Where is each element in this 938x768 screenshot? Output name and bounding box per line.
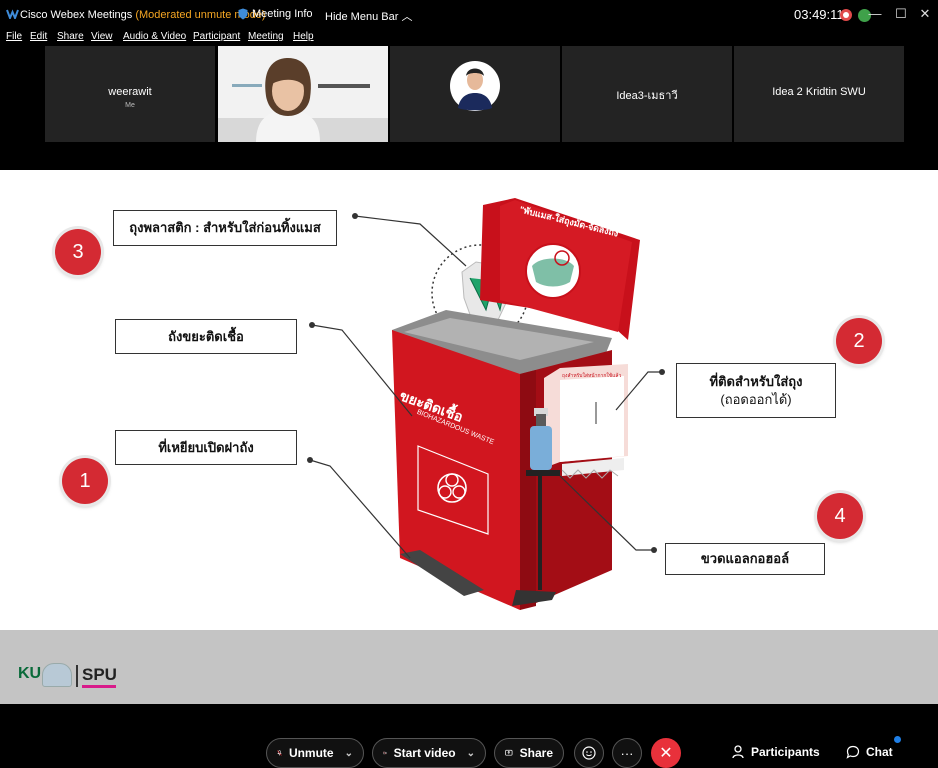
meeting-info-label: Meeting Info (252, 8, 313, 20)
chat-notification-dot (894, 736, 901, 743)
shared-slide: "พับแมส-ใส่ถุงมัด-จัดลงถัง" ขยะติดเชื้อ … (0, 170, 938, 630)
smiley-icon (582, 746, 596, 760)
spu-logo-accent (82, 685, 116, 688)
share-label: Share (519, 746, 553, 760)
university-seal-logo (42, 663, 72, 687)
shield-icon (238, 8, 248, 20)
slide-footer: KU SPU (0, 630, 938, 704)
number-badge-3: 3 (55, 229, 101, 275)
participant-name: Idea3-เมธาวี (616, 90, 678, 102)
reactions-button[interactable] (574, 738, 604, 768)
hide-menu-bar-button[interactable]: Hide Menu Bar ︿ (325, 8, 412, 24)
video-off-icon (383, 751, 387, 755)
menu-audio-video[interactable]: Audio & Video (123, 31, 186, 42)
participant-tile[interactable]: weerawit Me (45, 46, 215, 142)
menu-meeting[interactable]: Meeting (248, 31, 284, 42)
share-button[interactable]: Share (494, 738, 564, 768)
label-infectious-bin: ถังขยะติดเชื้อ (115, 319, 297, 354)
label-bag-holder: ที่ติดสำหรับใส่ถุง (ถอดออกได้) (676, 363, 836, 418)
meeting-time: 03:49:11 (794, 7, 844, 22)
minimize-icon[interactable]: — (864, 4, 886, 24)
recording-icon[interactable] (840, 9, 852, 21)
menu-bar: File Edit Share View Audio & Video Parti… (0, 30, 938, 46)
label-bag-holder-line1: ที่ติดสำหรับใส่ถุง (709, 373, 803, 389)
menu-share[interactable]: Share (57, 31, 84, 42)
start-video-button[interactable]: Start video ⌄ (372, 738, 486, 768)
participant-tile[interactable]: Idea 2 Kridtin SWU (734, 46, 904, 142)
chat-button[interactable]: Chat (846, 745, 893, 759)
webex-logo-icon (6, 8, 19, 22)
more-options-button[interactable]: ··· (612, 738, 642, 768)
participant-tile[interactable]: Idea3-เมธาวี (562, 46, 732, 142)
spu-logo: SPU (82, 665, 117, 684)
chat-icon (846, 745, 860, 759)
participants-label: Participants (751, 745, 820, 759)
window-title: Cisco Webex Meetings (Moderated unmute m… (20, 9, 266, 21)
participant-tile[interactable] (390, 46, 560, 142)
chevron-down-icon[interactable]: ⌄ (345, 748, 353, 759)
meeting-info-button[interactable]: Meeting Info (238, 8, 313, 20)
unmute-label: Unmute (288, 746, 334, 760)
menu-help[interactable]: Help (293, 31, 314, 42)
participant-name: weerawit (108, 86, 152, 98)
maximize-icon[interactable]: ☐ (890, 4, 912, 24)
close-icon: ✕ (659, 745, 673, 762)
number-badge-1: 1 (62, 458, 108, 504)
number-badge-2: 2 (836, 318, 882, 364)
close-icon[interactable]: ✕ (914, 4, 936, 24)
logo-divider (76, 665, 78, 687)
participant-strip: weerawit Me Idea3-เมธาวี Idea 2 Kridtin … (0, 46, 938, 170)
leave-meeting-button[interactable]: ✕ (651, 738, 681, 768)
menu-edit[interactable]: Edit (30, 31, 47, 42)
share-screen-icon (505, 749, 513, 756)
ku-logo: KU (18, 665, 42, 682)
label-alcohol-bottle: ขวดแอลกอฮอล์ (665, 543, 825, 575)
label-plastic-bag: ถุงพลาสติก : สำหรับใส่ก่อนทิ้งแมส (113, 210, 337, 246)
participant-me-label: Me (125, 102, 135, 109)
participant-video-tile[interactable] (218, 46, 388, 142)
participant-video (218, 46, 388, 142)
start-video-label: Start video (393, 746, 456, 760)
microphone-muted-icon (277, 750, 282, 756)
chevron-up-icon: ︿ (401, 11, 413, 23)
label-bag-holder-line2: (ถอดออกได้) (720, 391, 792, 407)
menu-file[interactable]: File (6, 31, 22, 42)
unmute-button[interactable]: Unmute ⌄ (266, 738, 364, 768)
participants-button[interactable]: Participants (732, 745, 820, 759)
number-badge-4: 4 (817, 493, 863, 539)
chevron-down-icon[interactable]: ⌄ (467, 748, 475, 759)
title-bar: Cisco Webex Meetings (Moderated unmute m… (0, 0, 938, 30)
participant-name: Idea 2 Kridtin SWU (772, 86, 866, 98)
participants-icon (732, 745, 744, 759)
menu-view[interactable]: View (91, 31, 113, 42)
label-foot-pedal: ที่เหยียบเปิดฝาถัง (115, 430, 297, 465)
menu-participant[interactable]: Participant (193, 31, 240, 42)
participant-avatar (450, 61, 500, 111)
more-icon: ··· (620, 745, 634, 761)
meeting-controls: Unmute ⌄ Start video ⌄ Share ··· ✕ Parti… (0, 704, 938, 768)
holder-tag: ถุงสำหรับใส่หน้ากากใช้แล้ว (562, 373, 622, 379)
chat-label: Chat (866, 745, 893, 759)
